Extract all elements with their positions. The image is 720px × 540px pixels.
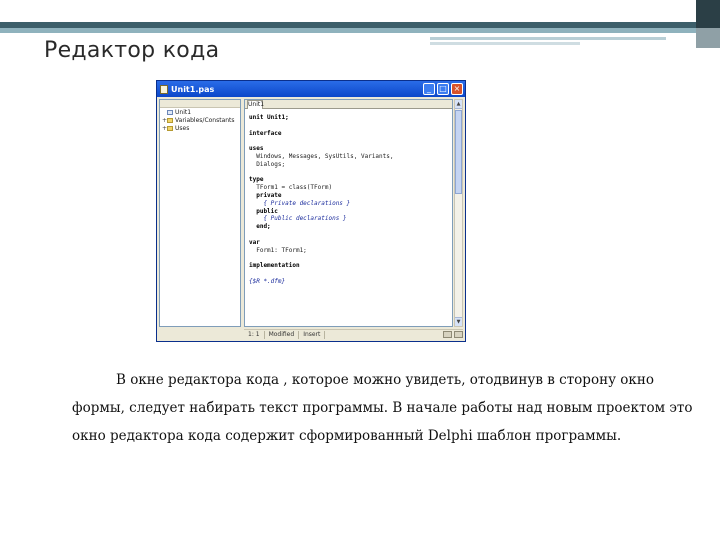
slide-top-band [0,0,720,22]
slide-title: Редактор кода [44,38,220,63]
code-text-area[interactable]: unit Unit1; interface uses Windows, Messag… [249,114,445,320]
window-title: Unit1.pas [171,84,215,94]
slide-header-band-light [0,28,696,33]
scroll-up-arrow-icon[interactable]: ▲ [455,100,462,109]
scroll-down-arrow-icon[interactable]: ▼ [455,317,462,326]
code-line[interactable]: var [249,239,445,247]
vertical-scrollbar[interactable]: ▲ ▼ [454,99,463,327]
code-line[interactable]: implementation [249,262,445,270]
folder-icon [167,125,173,131]
slide-corner-block-light [696,28,720,48]
tree-item[interactable]: Unit1 [160,108,240,116]
code-line[interactable]: Dialogs; [249,161,445,169]
code-line[interactable]: Windows, Messages, SysUtils, Variants, [249,153,445,161]
code-line[interactable] [249,137,445,145]
tree-item-label: Unit1 [175,108,192,116]
code-line[interactable]: TForm1 = class(TForm) [249,184,445,192]
view-switcher [441,331,463,338]
code-line[interactable]: { Private declarations } [249,200,445,208]
paragraph-line: формы, следует набирать текст программы.… [72,400,693,416]
editor-status-bar: 1: 1 Modified Insert [244,329,463,339]
slide-decor-rule-short [430,42,580,45]
tree-item[interactable]: + Uses [160,124,240,132]
window-titlebar[interactable]: Unit1.pas _ □ × [157,81,465,97]
code-line[interactable]: private [249,192,445,200]
code-line[interactable] [249,270,445,278]
code-line[interactable]: public [249,208,445,216]
description-paragraph: В окне редактора кода , которое можно ув… [72,366,693,450]
explorer-toolbar [160,100,240,108]
code-line[interactable]: interface [249,130,445,138]
insert-mode-indicator: Insert [299,330,326,339]
file-icon [160,84,168,94]
modified-indicator: Modified [265,330,300,339]
code-line[interactable]: {$R *.dfm} [249,278,445,286]
code-line[interactable]: end; [249,223,445,231]
code-line[interactable] [249,169,445,177]
folder-icon [167,117,173,123]
editor-tab-unit1[interactable]: Unit1 [247,100,264,109]
code-line[interactable]: Form1: TForm1; [249,247,445,255]
paragraph-line: В окне редактора кода , которое можно ув… [116,372,654,388]
code-line[interactable] [249,122,445,130]
cursor-position: 1: 1 [244,330,265,339]
code-line[interactable]: uses [249,145,445,153]
scrollbar-thumb[interactable] [455,110,462,194]
tree-item-label: Variables/Constants [175,116,235,124]
code-editor-window: Unit1.pas _ □ × Unit1 + Variables/Consta… [156,80,466,342]
paragraph-line: окно редактора кода содержит сформирован… [72,428,622,444]
code-editor[interactable]: Unit1 unit Unit1; interface uses Windows, … [244,99,453,327]
tree-item-label: Uses [175,124,190,132]
slide-corner-block [696,0,720,28]
diagram-view-button[interactable] [454,331,463,338]
maximize-button[interactable]: □ [437,83,449,95]
code-line[interactable]: type [249,176,445,184]
minimize-button[interactable]: _ [423,83,435,95]
close-button[interactable]: × [451,83,463,95]
code-line[interactable] [249,254,445,262]
tree-item[interactable]: + Variables/Constants [160,116,240,124]
code-line[interactable] [249,231,445,239]
code-line[interactable]: { Public declarations } [249,215,445,223]
code-view-button[interactable] [443,331,452,338]
unit-icon [167,109,173,115]
code-line[interactable]: unit Unit1; [249,114,445,122]
slide-decor-rule [430,37,666,40]
editor-tabstrip [245,100,452,109]
code-explorer-panel: Unit1 + Variables/Constants + Uses [159,99,241,327]
